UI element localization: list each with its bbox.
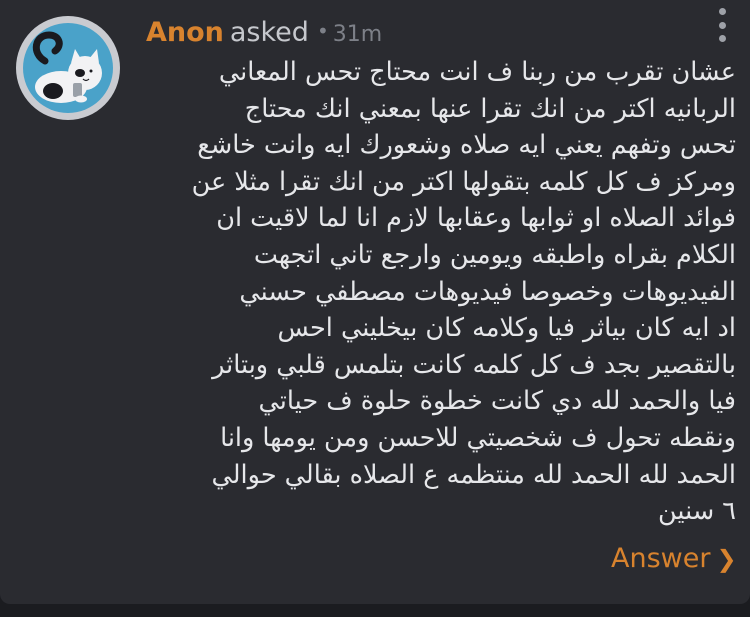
answer-label: Answer (611, 543, 711, 574)
answer-button[interactable]: Answer ❯ (611, 541, 737, 577)
timestamp: 31m (332, 22, 383, 47)
post-header: Anon asked • 31m (146, 13, 382, 53)
author-name[interactable]: Anon (146, 17, 224, 48)
menu-dot (718, 8, 726, 15)
menu-dot (718, 35, 726, 42)
more-vertical-icon[interactable] (712, 8, 732, 42)
cat-avatar-icon[interactable] (16, 16, 120, 120)
avatar-image (23, 23, 113, 113)
action-verb: asked (229, 17, 309, 48)
question-text: عشان تقرب من ربنا ف انت محتاج تحس المعان… (191, 57, 736, 527)
question-card: Anon asked • 31m عشان تقرب من ربنا ف انت مح… (0, 0, 750, 604)
menu-dot (718, 21, 726, 29)
cat-illustration (32, 31, 102, 103)
chevron-right-icon: ❯ (716, 545, 737, 573)
dot-separator: • (316, 19, 329, 43)
